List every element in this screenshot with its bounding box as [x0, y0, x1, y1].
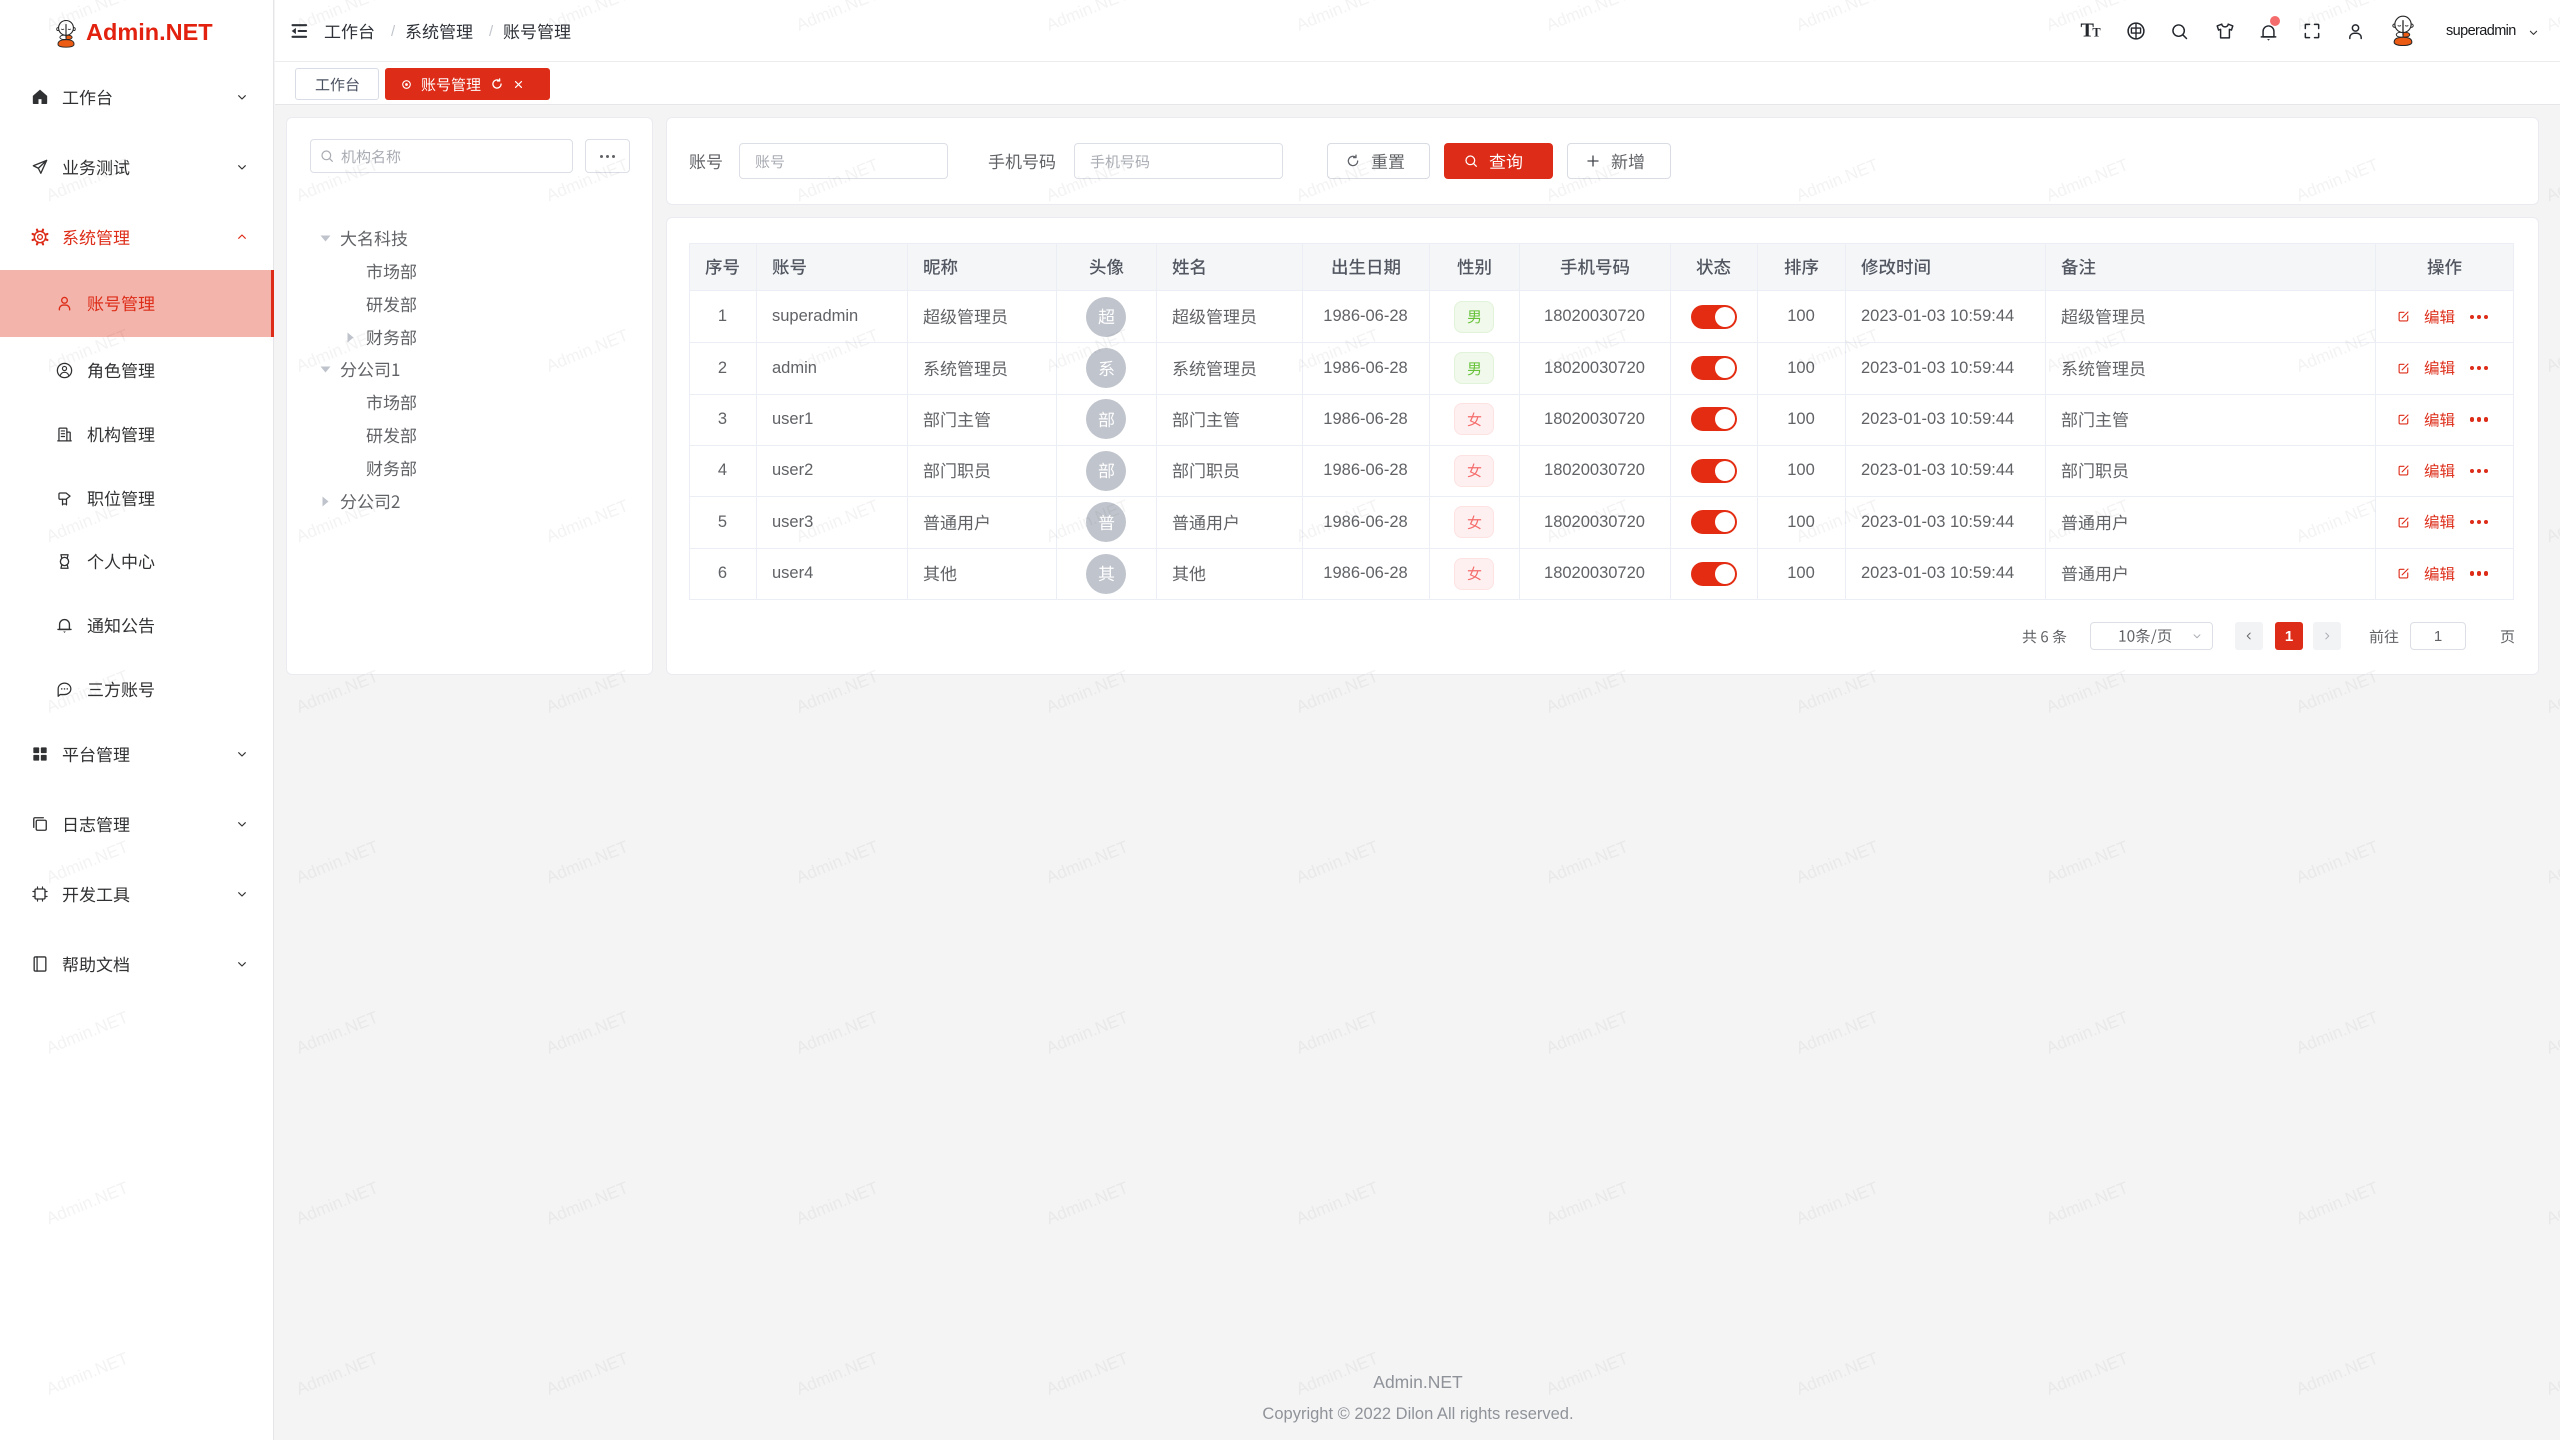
- svg-text:T: T: [2092, 26, 2101, 40]
